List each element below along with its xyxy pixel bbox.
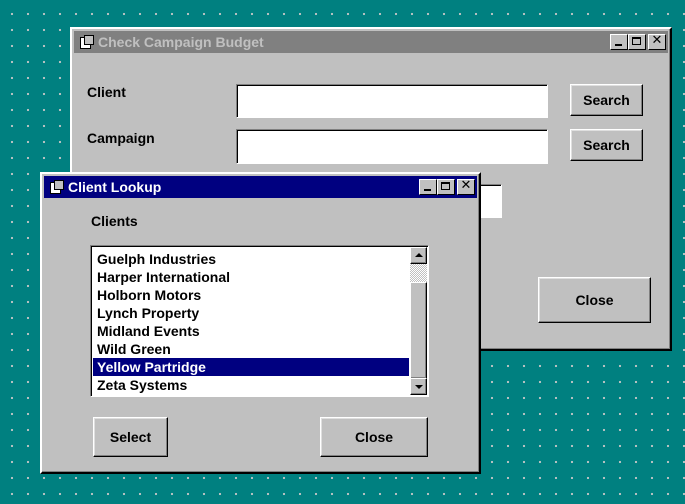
- client-label: Client: [87, 84, 126, 100]
- search-client-button[interactable]: Search: [570, 84, 643, 116]
- lookup-window-title: Client Lookup: [68, 179, 162, 195]
- close-window-button[interactable]: ✕: [648, 33, 666, 50]
- maximize-button[interactable]: [628, 34, 646, 50]
- campaign-window-titlebar[interactable]: Check Campaign Budget ✕: [74, 31, 668, 53]
- form-icon: [78, 35, 94, 49]
- minimize-button[interactable]: [419, 179, 437, 195]
- clients-list: Guelph Industries Harper International Hol…: [92, 250, 409, 394]
- list-item[interactable]: Midland Events: [93, 322, 409, 340]
- client-field[interactable]: [236, 84, 548, 118]
- maximize-button[interactable]: [437, 179, 455, 195]
- maximize-icon: [441, 182, 450, 190]
- minimize-button[interactable]: [610, 34, 628, 50]
- lookup-window-titlebar[interactable]: Client Lookup ✕: [44, 176, 477, 198]
- scroll-up-button[interactable]: [410, 247, 427, 264]
- maximize-icon: [632, 37, 641, 45]
- list-item[interactable]: Holborn Motors: [93, 286, 409, 304]
- lookup-close-button[interactable]: Close: [320, 417, 428, 457]
- list-item[interactable]: Zeta Systems: [93, 376, 409, 394]
- client-lookup-window: Client Lookup ✕ Clients Guelph Industrie…: [40, 172, 481, 474]
- close-icon: ✕: [460, 178, 472, 193]
- clients-label: Clients: [91, 213, 138, 229]
- search-campaign-button[interactable]: Search: [570, 129, 643, 161]
- form-icon: [48, 180, 64, 194]
- minimize-icon: [615, 44, 622, 46]
- arrow-down-icon: [415, 385, 423, 389]
- campaign-close-button[interactable]: Close: [538, 277, 651, 323]
- list-item[interactable]: Yellow Partridge: [93, 358, 409, 376]
- campaign-label: Campaign: [87, 130, 155, 146]
- clients-scrollbar[interactable]: [410, 247, 427, 395]
- list-item[interactable]: Wild Green: [93, 340, 409, 358]
- list-item[interactable]: Harper International: [93, 268, 409, 286]
- select-button[interactable]: Select: [93, 417, 168, 457]
- scroll-down-button[interactable]: [410, 378, 427, 395]
- arrow-up-icon: [415, 253, 423, 257]
- campaign-window-title: Check Campaign Budget: [98, 34, 264, 50]
- list-item[interactable]: Lynch Property: [93, 304, 409, 322]
- clients-listbox[interactable]: Guelph Industries Harper International Hol…: [90, 245, 429, 397]
- list-item[interactable]: Guelph Industries: [93, 250, 409, 268]
- minimize-icon: [424, 189, 431, 191]
- scroll-thumb[interactable]: [410, 282, 427, 379]
- close-window-button[interactable]: ✕: [457, 178, 475, 195]
- campaign-field[interactable]: [236, 129, 548, 164]
- close-icon: ✕: [651, 33, 663, 48]
